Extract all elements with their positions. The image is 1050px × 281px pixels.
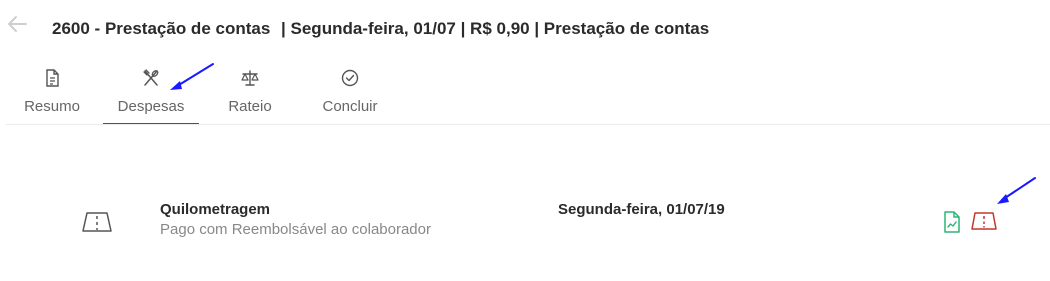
tab-resumo[interactable]: Resumo bbox=[16, 62, 88, 124]
page-title: Prestação de contas bbox=[104, 19, 271, 38]
expense-date: Segunda-feira, 01/07/19 bbox=[558, 201, 725, 218]
scale-icon bbox=[241, 70, 259, 86]
tab-label: Resumo bbox=[24, 98, 80, 115]
record-code: 2600 - bbox=[52, 19, 101, 38]
header-details: | Segunda-feira, 01/07 | R$ 0,90 | Prest… bbox=[281, 19, 710, 38]
road-icon bbox=[82, 212, 112, 232]
tab-bar: Resumo Despesas Rateio Concluir bbox=[0, 62, 1050, 125]
road-warning-icon[interactable] bbox=[970, 211, 998, 231]
check-circle-icon bbox=[341, 69, 359, 87]
tab-despesas[interactable]: Despesas bbox=[103, 62, 199, 125]
tab-concluir[interactable]: Concluir bbox=[315, 62, 385, 124]
tab-label: Concluir bbox=[322, 98, 378, 115]
tab-label: Despesas bbox=[117, 98, 185, 115]
back-arrow-icon[interactable] bbox=[6, 14, 28, 34]
utensils-icon bbox=[143, 69, 159, 86]
tab-label: Rateio bbox=[228, 98, 272, 115]
expense-title: Quilometragem bbox=[160, 201, 271, 218]
document-icon bbox=[46, 69, 59, 87]
tab-rateio[interactable]: Rateio bbox=[217, 62, 283, 124]
expense-row[interactable]: Quilometragem Pago com Reembolsável ao c… bbox=[0, 186, 1050, 246]
tab-divider bbox=[6, 124, 1050, 125]
receipt-icon[interactable] bbox=[942, 210, 962, 234]
page-header: 2600 - Prestação de contas | Segunda-fei… bbox=[52, 19, 709, 39]
expense-payment-method: Pago com Reembolsável ao colaborador bbox=[160, 221, 431, 238]
